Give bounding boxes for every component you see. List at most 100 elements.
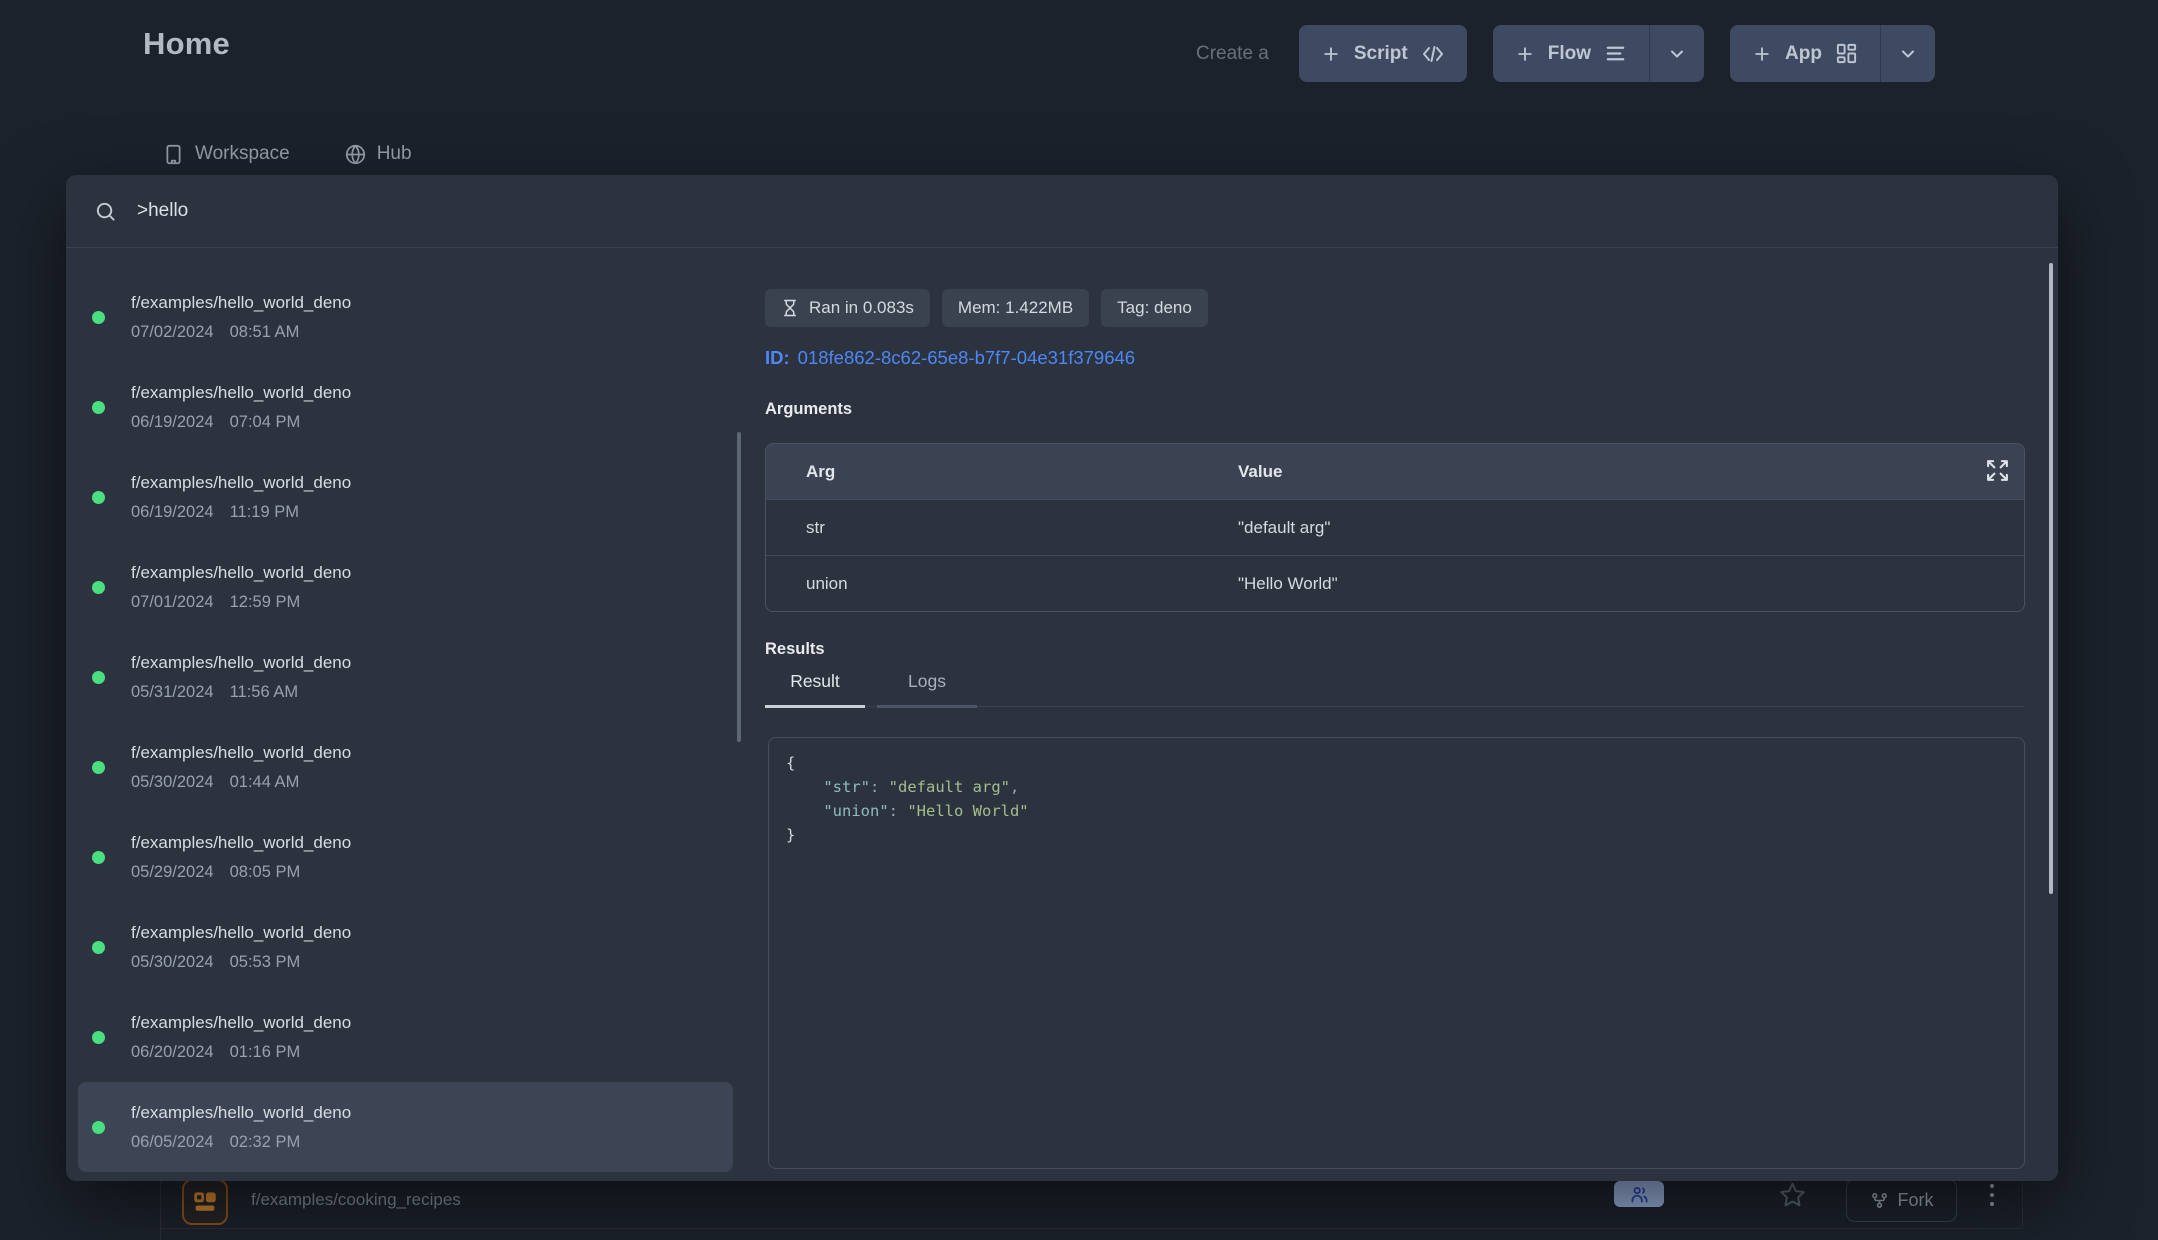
status-dot-success [92,851,105,864]
clipped-run-date: 07/03/2024 [131,248,214,253]
col-header-arg: Arg [766,462,1238,482]
run-id-label: ID: [765,347,790,368]
users-icon [1630,1185,1649,1204]
run-path: f/examples/hello_world_deno [131,833,351,853]
run-path: f/examples/hello_world_deno [131,1103,351,1123]
detail-panel-scrollbar[interactable] [2049,263,2053,894]
run-date: 05/30/2024 [131,773,214,792]
run-path: f/examples/hello_world_deno [131,743,351,763]
create-script-label: Script [1354,43,1408,65]
create-button-group: Create a Script Flow [1196,25,1935,82]
fork-button[interactable]: Fork [1846,1179,1957,1222]
run-list-item[interactable]: f/examples/hello_world_deno06/19/202407:… [78,362,733,452]
run-list-item[interactable]: f/examples/hello_world_deno06/05/202402:… [78,1082,733,1172]
status-dot-success [92,581,105,594]
run-path: f/examples/hello_world_deno [131,473,351,493]
argument-name: str [766,518,1238,538]
status-dot-success [92,1031,105,1044]
run-time: 02:32 PM [230,1133,301,1152]
run-time: 01:44 AM [230,773,300,792]
code-icon [1421,42,1445,66]
create-flow-button: Flow [1493,25,1704,82]
run-id[interactable]: ID:018fe862-8c62-65e8-b7f7-04e31f379646 [765,347,1135,369]
run-path: f/examples/hello_world_deno [131,563,351,583]
run-list-item[interactable]: f/examples/hello_world_deno05/30/202405:… [78,902,733,992]
create-flow-label: Flow [1548,43,1591,65]
run-list-item[interactable]: f/examples/hello_world_deno06/20/202401:… [78,992,733,1082]
run-date: 05/30/2024 [131,953,214,972]
tab-hub-label: Hub [377,143,412,165]
run-path: f/examples/hello_world_deno [131,923,351,943]
users-badge[interactable] [1614,1181,1664,1207]
run-time: 12:59 PM [230,593,301,612]
duration-badge-label: Ran in 0.083s [809,298,914,318]
run-time: 07:04 PM [230,413,301,432]
bg-card-left-border [160,1181,161,1240]
bg-card-right-border [2022,1181,2023,1228]
tag-badge-label: Tag: deno [1117,298,1192,318]
layout-app-icon [191,1188,219,1216]
tab-result[interactable]: Result [765,671,865,708]
star-icon[interactable] [1779,1181,1806,1208]
plus-icon [1321,44,1341,64]
clipped-run-time: 06:07 PM [230,248,301,253]
duration-badge: Ran in 0.083s [765,289,930,327]
json-line: "union": "Hello World" [786,799,2007,823]
run-date: 06/19/2024 [131,503,214,522]
runs-list-scrollbar[interactable] [737,432,741,742]
run-list-item[interactable]: f/examples/hello_world_deno 05/29/2024 08:… [78,812,733,902]
argument-name: union [766,574,1238,594]
run-list-item[interactable]: f/examples/hello_world_deno07/01/202412:… [78,542,733,632]
bg-item-path[interactable]: f/examples/cooking_recipes [251,1190,461,1210]
json-line: } [786,823,2007,847]
tab-workspace[interactable]: Workspace [163,143,290,165]
status-dot-success [92,491,105,504]
run-date: 07/02/2024 [131,323,214,342]
run-list-item[interactable]: f/examples/hello_world_deno05/31/202411:… [78,632,733,722]
chevron-down-icon [1667,44,1687,64]
bg-row-divider [160,1228,2022,1229]
run-time: 11:19 PM [230,503,299,522]
arguments-table-header: Arg Value [766,444,2024,499]
git-fork-icon [1870,1191,1889,1210]
plus-icon [1752,44,1772,64]
hourglass-icon [781,299,799,317]
arguments-table: Arg Value str"default arg"union"Hello Wo… [765,443,2025,612]
run-list-item[interactable]: f/examples/hello_world_deno 06/19/2024 11:… [78,452,733,542]
status-dot-success [92,761,105,774]
create-app-button: App [1730,25,1935,82]
run-path: f/examples/hello_world_deno [131,1013,351,1033]
create-flow-main[interactable]: Flow [1493,25,1649,82]
create-app-main[interactable]: App [1730,25,1880,82]
argument-row: str"default arg" [766,499,2024,555]
fork-button-label: Fork [1898,1190,1934,1211]
kebab-menu-icon[interactable] [1982,1184,2002,1206]
run-date: 06/19/2024 [131,413,214,432]
create-app-dropdown[interactable] [1880,25,1935,82]
run-date: 05/29/2024 [131,863,214,882]
run-path: f/examples/hello_world_deno [131,293,351,313]
home-page: Home Create a Script Flow [0,0,2158,1240]
search-bar [66,175,2058,248]
result-json-viewer[interactable]: { "str": "default arg", "union": "Hello … [768,737,2025,1169]
run-meta-badges: Ran in 0.083s Mem: 1.422MB Tag: deno [765,289,1208,327]
json-line: { [786,751,2007,775]
create-prefix-label: Create a [1196,43,1269,65]
status-dot-success [92,401,105,414]
run-list-item[interactable]: f/examples/hello_world_deno07/02/202408:… [78,272,733,362]
page-title: Home [143,26,230,62]
create-script-button[interactable]: Script [1299,25,1467,82]
tab-hub[interactable]: Hub [345,143,412,165]
runs-list-panel: 07/03/2024 06:07 PM f/examples/hello_wor… [66,248,745,1180]
expand-icon[interactable] [1985,458,2010,483]
argument-row: union"Hello World" [766,555,2024,611]
search-input[interactable] [137,200,2030,222]
chevron-down-icon [1898,44,1918,64]
create-flow-dropdown[interactable] [1649,25,1704,82]
run-time: 08:05 PM [230,863,301,882]
run-date: 06/20/2024 [131,1043,214,1062]
tab-logs[interactable]: Logs [877,671,977,708]
run-list-item[interactable]: f/examples/hello_world_deno 05/30/2024 01:… [78,722,733,812]
workspace-hub-tabs: Workspace Hub [163,143,412,165]
memory-badge-label: Mem: 1.422MB [958,298,1073,318]
